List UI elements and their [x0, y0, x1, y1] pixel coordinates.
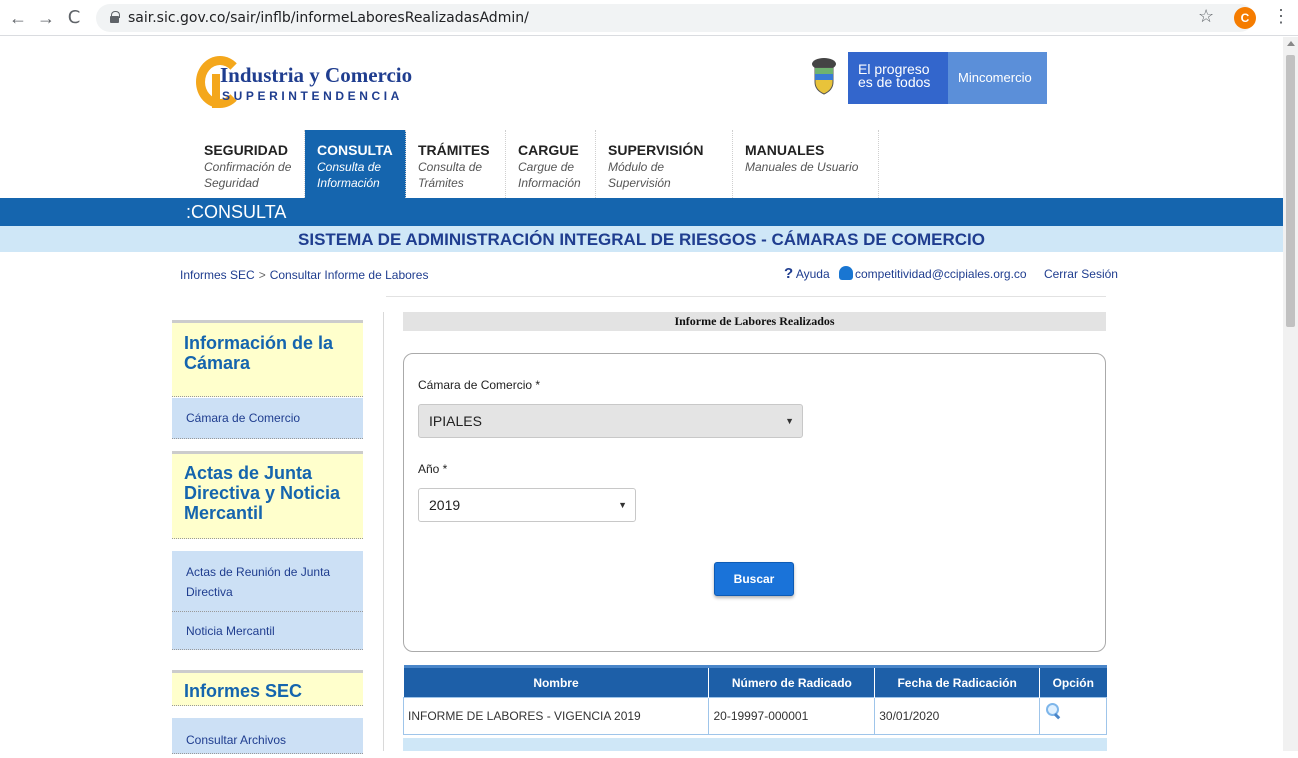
- breadcrumb: Informes SEC > Consultar Informe de Labore…: [180, 268, 428, 282]
- nav-subtitle: Módulo de Supervisión: [608, 160, 671, 190]
- sic-logo[interactable]: Industria y Comercio SUPERINTENDENCIA: [196, 54, 426, 112]
- back-icon[interactable]: ←: [6, 6, 30, 30]
- sidebar-heading: Información de la Cámara: [172, 320, 363, 397]
- col-header-fecha[interactable]: Fecha de Radicación: [874, 665, 1041, 698]
- sidebar-section-informacion: Información de la Cámara Cámara de Comer…: [172, 320, 363, 439]
- sidebar-item-consultar-archivos[interactable]: Consultar Archivos: [172, 718, 363, 754]
- browser-toolbar: ← → C sair.sic.gov.co/sair/inflb/informe…: [0, 0, 1298, 36]
- lock-icon: [110, 11, 120, 23]
- user-email[interactable]: competitividad@ccipiales.org.co: [855, 267, 1027, 281]
- gov-slogan-line2: es de todos: [858, 74, 931, 90]
- cell-nombre: INFORME DE LABORES - VIGENCIA 2019: [402, 697, 710, 735]
- nav-title: TRÁMITES: [418, 142, 490, 158]
- table-row: INFORME DE LABORES - VIGENCIA 2019 20-19…: [402, 697, 1107, 735]
- nav-subtitle: Manuales de Usuario: [745, 160, 859, 174]
- table-header-row: Nombre Número de Radicado Fecha de Radic…: [403, 665, 1107, 698]
- address-bar[interactable]: sair.sic.gov.co/sair/inflb/informeLabore…: [96, 4, 1254, 32]
- col-header-radicado[interactable]: Número de Radicado: [708, 665, 876, 698]
- nav-title: CONSULTA: [317, 142, 393, 158]
- nav-title: CARGUE: [518, 142, 579, 158]
- nav-item-supervision[interactable]: SUPERVISIÓN Módulo de Supervisión: [596, 130, 733, 200]
- sidebar-section-actas: Actas de Junta Directiva y Noticia Merca…: [172, 451, 363, 650]
- profile-avatar[interactable]: C: [1234, 7, 1256, 29]
- help-icon[interactable]: ?: [784, 265, 793, 282]
- nav-subtitle: Consulta de Trámites: [418, 160, 483, 190]
- sidebar-item-actas-reunion[interactable]: Actas de Reunión de Junta Directiva: [172, 551, 363, 612]
- anio-select-value: 2019: [429, 497, 461, 513]
- scroll-up-arrow-icon[interactable]: [1287, 41, 1295, 46]
- logo-title: Industria y Comercio: [220, 63, 413, 87]
- user-bar: ? Ayuda competitividad@ccipiales.org.co …: [784, 265, 1118, 282]
- table-footer: [403, 738, 1107, 751]
- breadcrumb-item-informes-sec[interactable]: Informes SEC: [180, 268, 255, 282]
- search-form: Cámara de Comercio * IPIALES ▼ Año * 201…: [403, 353, 1106, 652]
- sidebar-item-camara[interactable]: Cámara de Comercio: [172, 398, 363, 439]
- user-icon: [839, 266, 853, 280]
- nav-item-manuales[interactable]: MANUALES Manuales de Usuario: [733, 130, 879, 200]
- cell-radicado: 20-19997-000001: [708, 697, 876, 735]
- nav-item-seguridad[interactable]: SEGURIDAD Confirmación de Seguridad: [192, 130, 305, 200]
- view-magnifier-icon[interactable]: [1046, 703, 1060, 717]
- forward-icon[interactable]: →: [34, 6, 58, 30]
- logo-subtitle: SUPERINTENDENCIA: [222, 89, 403, 103]
- breadcrumb-item-current[interactable]: Consultar Informe de Labores: [270, 268, 429, 282]
- anio-label: Año *: [418, 462, 448, 476]
- breadcrumb-separator: >: [258, 268, 266, 282]
- sidebar-item-noticia-mercantil[interactable]: Noticia Mercantil: [172, 612, 363, 650]
- sidebar-divider: [383, 312, 384, 751]
- scrollbar-thumb[interactable]: [1286, 55, 1295, 327]
- col-header-opcion: Opción: [1039, 665, 1107, 698]
- help-link[interactable]: Ayuda: [796, 267, 830, 281]
- nav-item-cargue[interactable]: CARGUE Cargue de Información: [506, 130, 596, 200]
- camara-select-value: IPIALES: [429, 413, 482, 429]
- camara-select[interactable]: IPIALES ▼: [418, 404, 803, 438]
- cell-opcion: [1039, 697, 1107, 735]
- gov-slogan-block[interactable]: El progreso es de todos: [848, 52, 948, 104]
- camara-label: Cámara de Comercio *: [418, 378, 541, 392]
- search-button[interactable]: Buscar: [714, 562, 794, 596]
- mincomercio-block[interactable]: Mincomercio: [948, 52, 1047, 104]
- col-header-nombre[interactable]: Nombre: [403, 665, 710, 698]
- results-table: Nombre Número de Radicado Fecha de Radic…: [402, 665, 1107, 735]
- system-title: SISTEMA DE ADMINISTRACIÓN INTEGRAL DE RI…: [298, 230, 985, 249]
- section-label: :CONSULTA: [186, 202, 287, 222]
- logout-link[interactable]: Cerrar Sesión: [1044, 267, 1118, 281]
- nav-item-consulta[interactable]: CONSULTA Consulta de Información: [305, 130, 406, 200]
- browser-menu-icon[interactable]: ⋮: [1272, 6, 1290, 27]
- nav-subtitle: Consulta de Información: [317, 160, 382, 190]
- reload-icon[interactable]: C: [62, 6, 86, 30]
- nav-subtitle: Confirmación de Seguridad: [204, 160, 292, 190]
- chevron-down-icon: ▼: [785, 416, 794, 426]
- nav-title: SEGURIDAD: [204, 142, 289, 158]
- report-title: Informe de Labores Realizados: [403, 312, 1106, 331]
- sidebar-section-informes: Informes SEC Consultar Archivos: [172, 670, 363, 754]
- logo-emblem-stem: [212, 74, 220, 108]
- main-nav: SEGURIDAD Confirmación de Seguridad CONSU…: [192, 130, 879, 200]
- system-title-bar: SISTEMA DE ADMINISTRACIÓN INTEGRAL DE RI…: [0, 226, 1283, 252]
- url-text: sair.sic.gov.co/sair/inflb/informeLabore…: [128, 10, 529, 26]
- section-bar: :CONSULTA: [0, 198, 1283, 226]
- nav-title: SUPERVISIÓN: [608, 142, 704, 158]
- sidebar-heading: Informes SEC: [172, 670, 363, 706]
- nav-subtitle: Cargue de Información: [518, 160, 581, 190]
- nav-title: MANUALES: [745, 142, 825, 158]
- chevron-down-icon: ▼: [618, 500, 627, 510]
- cell-fecha: 30/01/2020: [874, 697, 1041, 735]
- colombia-coat-of-arms-icon: [812, 58, 836, 95]
- anio-select[interactable]: 2019 ▼: [418, 488, 636, 522]
- page-scrollbar[interactable]: [1283, 37, 1298, 751]
- bookmark-star-icon[interactable]: ☆: [1198, 6, 1214, 27]
- sidebar-heading: Actas de Junta Directiva y Noticia Merca…: [172, 451, 363, 539]
- divider: [386, 296, 1106, 297]
- nav-item-tramites[interactable]: TRÁMITES Consulta de Trámites: [406, 130, 506, 200]
